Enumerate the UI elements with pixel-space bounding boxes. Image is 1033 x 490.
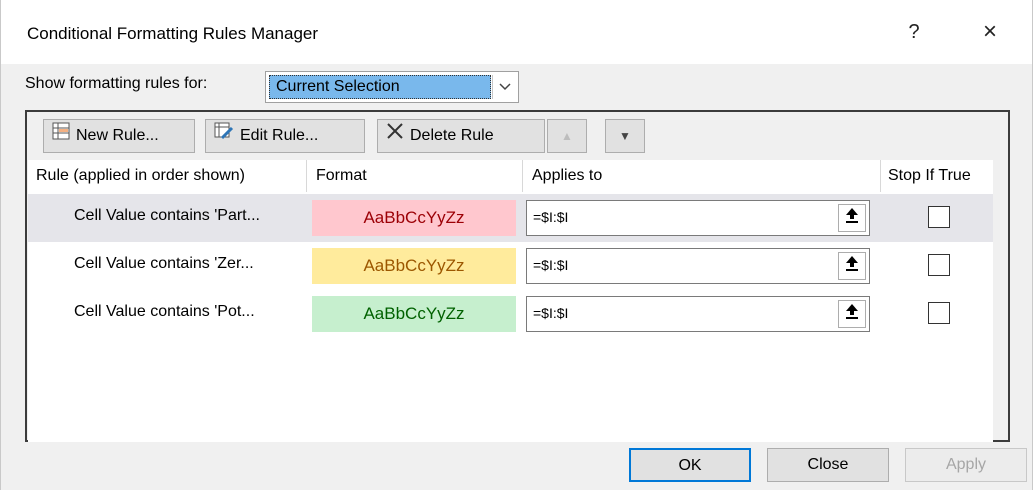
format-preview: AaBbCcYyZz bbox=[312, 248, 516, 284]
applies-to-field[interactable]: =$I:$I bbox=[526, 248, 870, 284]
rule-description: Cell Value contains 'Zer... bbox=[74, 255, 254, 272]
collapse-dialog-button[interactable] bbox=[838, 300, 866, 328]
applies-to-field[interactable]: =$I:$I bbox=[526, 296, 870, 332]
collapse-dialog-button[interactable] bbox=[838, 252, 866, 280]
new-rule-label: New Rule... bbox=[76, 127, 159, 145]
table-row[interactable]: Cell Value contains 'Pot... AaBbCcYyZz =… bbox=[28, 290, 993, 338]
conditional-formatting-dialog: Conditional Formatting Rules Manager ? ×… bbox=[0, 0, 1033, 490]
apply-button[interactable]: Apply bbox=[905, 448, 1027, 482]
stop-if-true-checkbox[interactable] bbox=[928, 206, 950, 228]
close-button[interactable]: Close bbox=[767, 448, 889, 482]
ok-button[interactable]: OK bbox=[629, 448, 751, 482]
title-bar: Conditional Formatting Rules Manager ? × bbox=[1, 0, 1032, 64]
new-rule-icon bbox=[52, 120, 70, 152]
rule-description: Cell Value contains 'Pot... bbox=[74, 303, 255, 320]
rule-description: Cell Value contains 'Part... bbox=[74, 207, 260, 224]
triangle-up-icon: ▲ bbox=[561, 129, 573, 143]
format-preview: AaBbCcYyZz bbox=[312, 200, 516, 236]
header-format[interactable]: Format bbox=[316, 160, 367, 192]
header-divider bbox=[306, 160, 307, 192]
table-row[interactable]: Cell Value contains 'Zer... AaBbCcYyZz =… bbox=[28, 242, 993, 290]
header-applies-to[interactable]: Applies to bbox=[532, 160, 603, 192]
header-stop-if-true[interactable]: Stop If True bbox=[888, 160, 971, 192]
header-divider bbox=[880, 160, 881, 192]
triangle-down-icon: ▼ bbox=[619, 129, 631, 143]
table-row[interactable]: Cell Value contains 'Part... AaBbCcYyZz … bbox=[28, 194, 993, 242]
format-preview: AaBbCcYyZz bbox=[312, 296, 516, 332]
stop-if-true-checkbox[interactable] bbox=[928, 254, 950, 276]
move-down-button[interactable]: ▼ bbox=[605, 119, 645, 153]
edit-rule-button[interactable]: Edit Rule... bbox=[205, 119, 365, 153]
new-rule-button[interactable]: New Rule... bbox=[43, 119, 195, 153]
edit-rule-icon bbox=[214, 120, 234, 152]
delete-rule-button[interactable]: Delete Rule bbox=[377, 119, 545, 153]
header-divider bbox=[522, 160, 523, 192]
collapse-dialog-button[interactable] bbox=[838, 204, 866, 232]
dropdown-selected-value: Current Selection bbox=[269, 75, 491, 99]
applies-to-field[interactable]: =$I:$I bbox=[526, 200, 870, 236]
applies-to-value: =$I:$I bbox=[533, 257, 569, 273]
close-window-button[interactable]: × bbox=[967, 14, 1013, 50]
move-up-button[interactable]: ▲ bbox=[547, 119, 587, 153]
chevron-down-icon[interactable] bbox=[492, 75, 516, 99]
delete-x-icon bbox=[386, 120, 404, 152]
show-rules-for-label: Show formatting rules for: bbox=[25, 75, 208, 92]
dialog-title: Conditional Formatting Rules Manager bbox=[27, 24, 319, 43]
edit-rule-label: Edit Rule... bbox=[240, 127, 319, 145]
applies-to-value: =$I:$I bbox=[533, 305, 569, 321]
stop-if-true-checkbox[interactable] bbox=[928, 302, 950, 324]
show-rules-for-dropdown[interactable]: Current Selection bbox=[265, 71, 519, 103]
rules-panel: New Rule... Edit Rule... Delete Rule ▲ ▼… bbox=[25, 110, 1010, 442]
header-rule[interactable]: Rule (applied in order shown) bbox=[36, 160, 245, 192]
help-button[interactable]: ? bbox=[891, 14, 937, 50]
applies-to-value: =$I:$I bbox=[533, 209, 569, 225]
delete-rule-label: Delete Rule bbox=[410, 127, 494, 145]
rules-table: Rule (applied in order shown) Format App… bbox=[28, 160, 993, 442]
